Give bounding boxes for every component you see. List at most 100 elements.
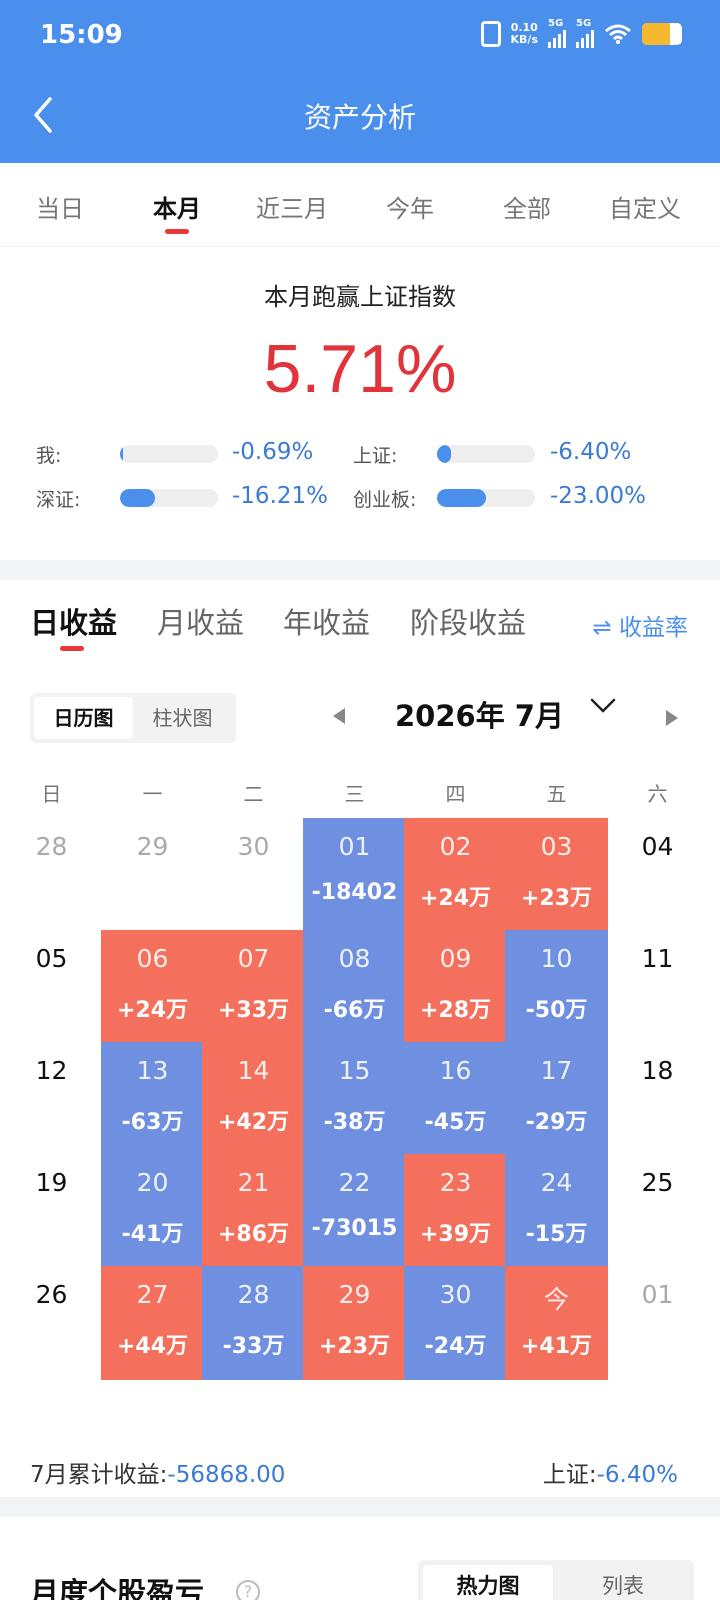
top-bar: 15:09 0.10 KB/s 5G 5G 资产分析 bbox=[0, 0, 720, 163]
calendar-day-earnings: -63万 bbox=[121, 1110, 184, 1135]
weekday-tue: 二 bbox=[243, 782, 264, 806]
calendar-day-number: 26 bbox=[35, 1280, 68, 1309]
signal-icon: 5G bbox=[548, 18, 566, 48]
tab-period-3months[interactable]: 近三月 bbox=[232, 189, 352, 224]
calendar-day-cell[interactable]: 09 +28万 bbox=[404, 930, 507, 1044]
calendar-day-earnings: +24万 bbox=[419, 886, 492, 911]
chevron-down-icon[interactable] bbox=[588, 690, 618, 720]
calendar-day-cell[interactable]: 23 +39万 bbox=[404, 1154, 507, 1268]
calendar-day-cell[interactable]: 26 bbox=[0, 1266, 103, 1380]
calendar-day-cell[interactable]: 25 bbox=[606, 1154, 709, 1268]
tab-label: 阶段收益 bbox=[410, 606, 527, 640]
tab-stage-earnings[interactable]: 阶段收益 bbox=[410, 600, 526, 642]
calendar-day-cell[interactable]: 29 +23万 bbox=[303, 1266, 406, 1380]
calendar-day-cell[interactable]: 04 bbox=[606, 818, 709, 932]
calendar-day-cell[interactable]: 11 bbox=[606, 930, 709, 1044]
calendar-view-button[interactable]: 日历图 bbox=[34, 697, 133, 739]
calendar-day-cell[interactable]: 14 +42万 bbox=[202, 1042, 305, 1156]
cmp-bar-fill bbox=[120, 445, 123, 463]
calendar-day-cell[interactable]: 13 -63万 bbox=[101, 1042, 204, 1156]
calendar-day-cell[interactable]: 21 +86万 bbox=[202, 1154, 305, 1268]
calendar-day-cell[interactable]: 06 +24万 bbox=[101, 930, 204, 1044]
calendar-day-cell[interactable]: 24 -15万 bbox=[505, 1154, 608, 1268]
tab-period-month[interactable]: 本月 bbox=[117, 189, 237, 234]
calendar-day-cell[interactable]: 02 +24万 bbox=[404, 818, 507, 932]
calendar-day-cell[interactable]: 30 -24万 bbox=[404, 1266, 507, 1380]
calendar-day-cell[interactable]: 10 -50万 bbox=[505, 930, 608, 1044]
rate-toggle-button[interactable]: ⇌ 收益率 bbox=[592, 608, 688, 642]
calendar-day-cell[interactable]: 20 -41万 bbox=[101, 1154, 204, 1268]
signal-icon-2: 5G bbox=[576, 18, 594, 48]
page-title: 资产分析 bbox=[303, 101, 416, 134]
calendar-day-cell[interactable]: 27 +44万 bbox=[101, 1266, 204, 1380]
calendar-day-number: 14 bbox=[237, 1056, 270, 1085]
weekday-wed: 三 bbox=[344, 782, 365, 806]
calendar-day-number: 12 bbox=[35, 1056, 68, 1085]
calendar-day-earnings: -45万 bbox=[424, 1110, 487, 1135]
calendar-day-cell[interactable]: 03 +23万 bbox=[505, 818, 608, 932]
calendar-day-cell[interactable]: 16 -45万 bbox=[404, 1042, 507, 1156]
calendar-day-cell[interactable]: 29 bbox=[101, 818, 204, 932]
calendar-day-number: 01 bbox=[338, 832, 371, 861]
calendar-day-cell[interactable]: 19 bbox=[0, 1154, 103, 1268]
tab-period-today[interactable]: 当日 bbox=[0, 189, 120, 224]
tab-period-custom[interactable]: 自定义 bbox=[585, 189, 705, 224]
calendar-day-cell[interactable]: 22 -73015 bbox=[303, 1154, 406, 1268]
signal-tag-1: 5G bbox=[548, 18, 564, 29]
battery-icon bbox=[642, 23, 682, 45]
calendar-day-cell[interactable]: 01 bbox=[606, 1266, 709, 1380]
tab-period-year[interactable]: 今年 bbox=[350, 189, 470, 224]
calendar-day-cell[interactable]: 12 bbox=[0, 1042, 103, 1156]
calendar-day-cell[interactable]: 18 bbox=[606, 1042, 709, 1156]
tab-label: 年收益 bbox=[283, 606, 371, 640]
calendar-day-cell[interactable]: 05 bbox=[0, 930, 103, 1044]
calendar-day-earnings: +44万 bbox=[116, 1334, 189, 1359]
calendar-day-earnings: -33万 bbox=[222, 1334, 285, 1359]
calendar-day-cell[interactable]: 15 -38万 bbox=[303, 1042, 406, 1156]
cmp-bar-fill bbox=[120, 489, 156, 507]
tab-daily-earnings[interactable]: 日收益 bbox=[30, 600, 118, 651]
list-view-button[interactable]: 列表 bbox=[558, 1565, 688, 1600]
tab-yearly-earnings[interactable]: 年收益 bbox=[283, 600, 370, 642]
calendar-day-earnings: +41万 bbox=[520, 1334, 593, 1359]
calendar-day-earnings: -18402 bbox=[311, 880, 398, 905]
calendar-day-cell[interactable]: 今 +41万 bbox=[505, 1266, 608, 1380]
weekday-sat: 六 bbox=[647, 782, 668, 806]
calendar-day-cell[interactable]: 08 -66万 bbox=[303, 930, 406, 1044]
cmp-bar-cyb bbox=[437, 489, 535, 507]
calendar-day-earnings: +23万 bbox=[318, 1334, 391, 1359]
prev-month-icon[interactable] bbox=[333, 708, 345, 724]
calendar-day-number: 23 bbox=[439, 1168, 472, 1197]
rate-toggle-label: 收益率 bbox=[619, 615, 688, 641]
help-icon[interactable]: ? bbox=[236, 1580, 260, 1600]
calendar-day-cell[interactable]: 28 -33万 bbox=[202, 1266, 305, 1380]
calendar-day-number: 28 bbox=[237, 1280, 270, 1309]
tab-label: 月收益 bbox=[157, 606, 245, 640]
month-label[interactable]: 2026年 7月 bbox=[395, 693, 564, 735]
section-divider bbox=[0, 560, 720, 580]
calendar-day-cell[interactable]: 28 bbox=[0, 818, 103, 932]
heatmap-view-button[interactable]: 热力图 bbox=[423, 1565, 553, 1600]
tab-label: 日收益 bbox=[30, 606, 118, 640]
pnl-view-toggle: 热力图 列表 bbox=[418, 1560, 694, 1600]
cumulative-earnings: 7月累计收益:-56868.00 bbox=[30, 1455, 285, 1489]
tab-label: 本月 bbox=[153, 195, 201, 223]
monthly-stock-pnl-title: 月度个股盈亏 bbox=[30, 1576, 205, 1600]
calendar-day-earnings: +39万 bbox=[419, 1222, 492, 1247]
cmp-bar-mine bbox=[120, 445, 218, 463]
calendar-day-cell[interactable]: 07 +33万 bbox=[202, 930, 305, 1044]
calendar-day-cell[interactable]: 17 -29万 bbox=[505, 1042, 608, 1156]
calendar-day-number: 15 bbox=[338, 1056, 371, 1085]
tab-period-all[interactable]: 全部 bbox=[467, 189, 587, 224]
active-tab-indicator bbox=[60, 646, 84, 651]
calendar-day-number: 10 bbox=[540, 944, 573, 973]
sh-value: -6.40% bbox=[596, 1462, 678, 1488]
tab-monthly-earnings[interactable]: 月收益 bbox=[157, 600, 244, 642]
calendar-day-cell[interactable]: 01 -18402 bbox=[303, 818, 406, 932]
calendar-day-earnings: -38万 bbox=[323, 1110, 386, 1135]
next-month-icon[interactable] bbox=[666, 710, 678, 726]
calendar-day-earnings: +42万 bbox=[217, 1110, 290, 1135]
bar-view-button[interactable]: 柱状图 bbox=[133, 697, 232, 739]
calendar-day-cell[interactable]: 30 bbox=[202, 818, 305, 932]
cmp-label-mine: 我: bbox=[36, 445, 62, 467]
